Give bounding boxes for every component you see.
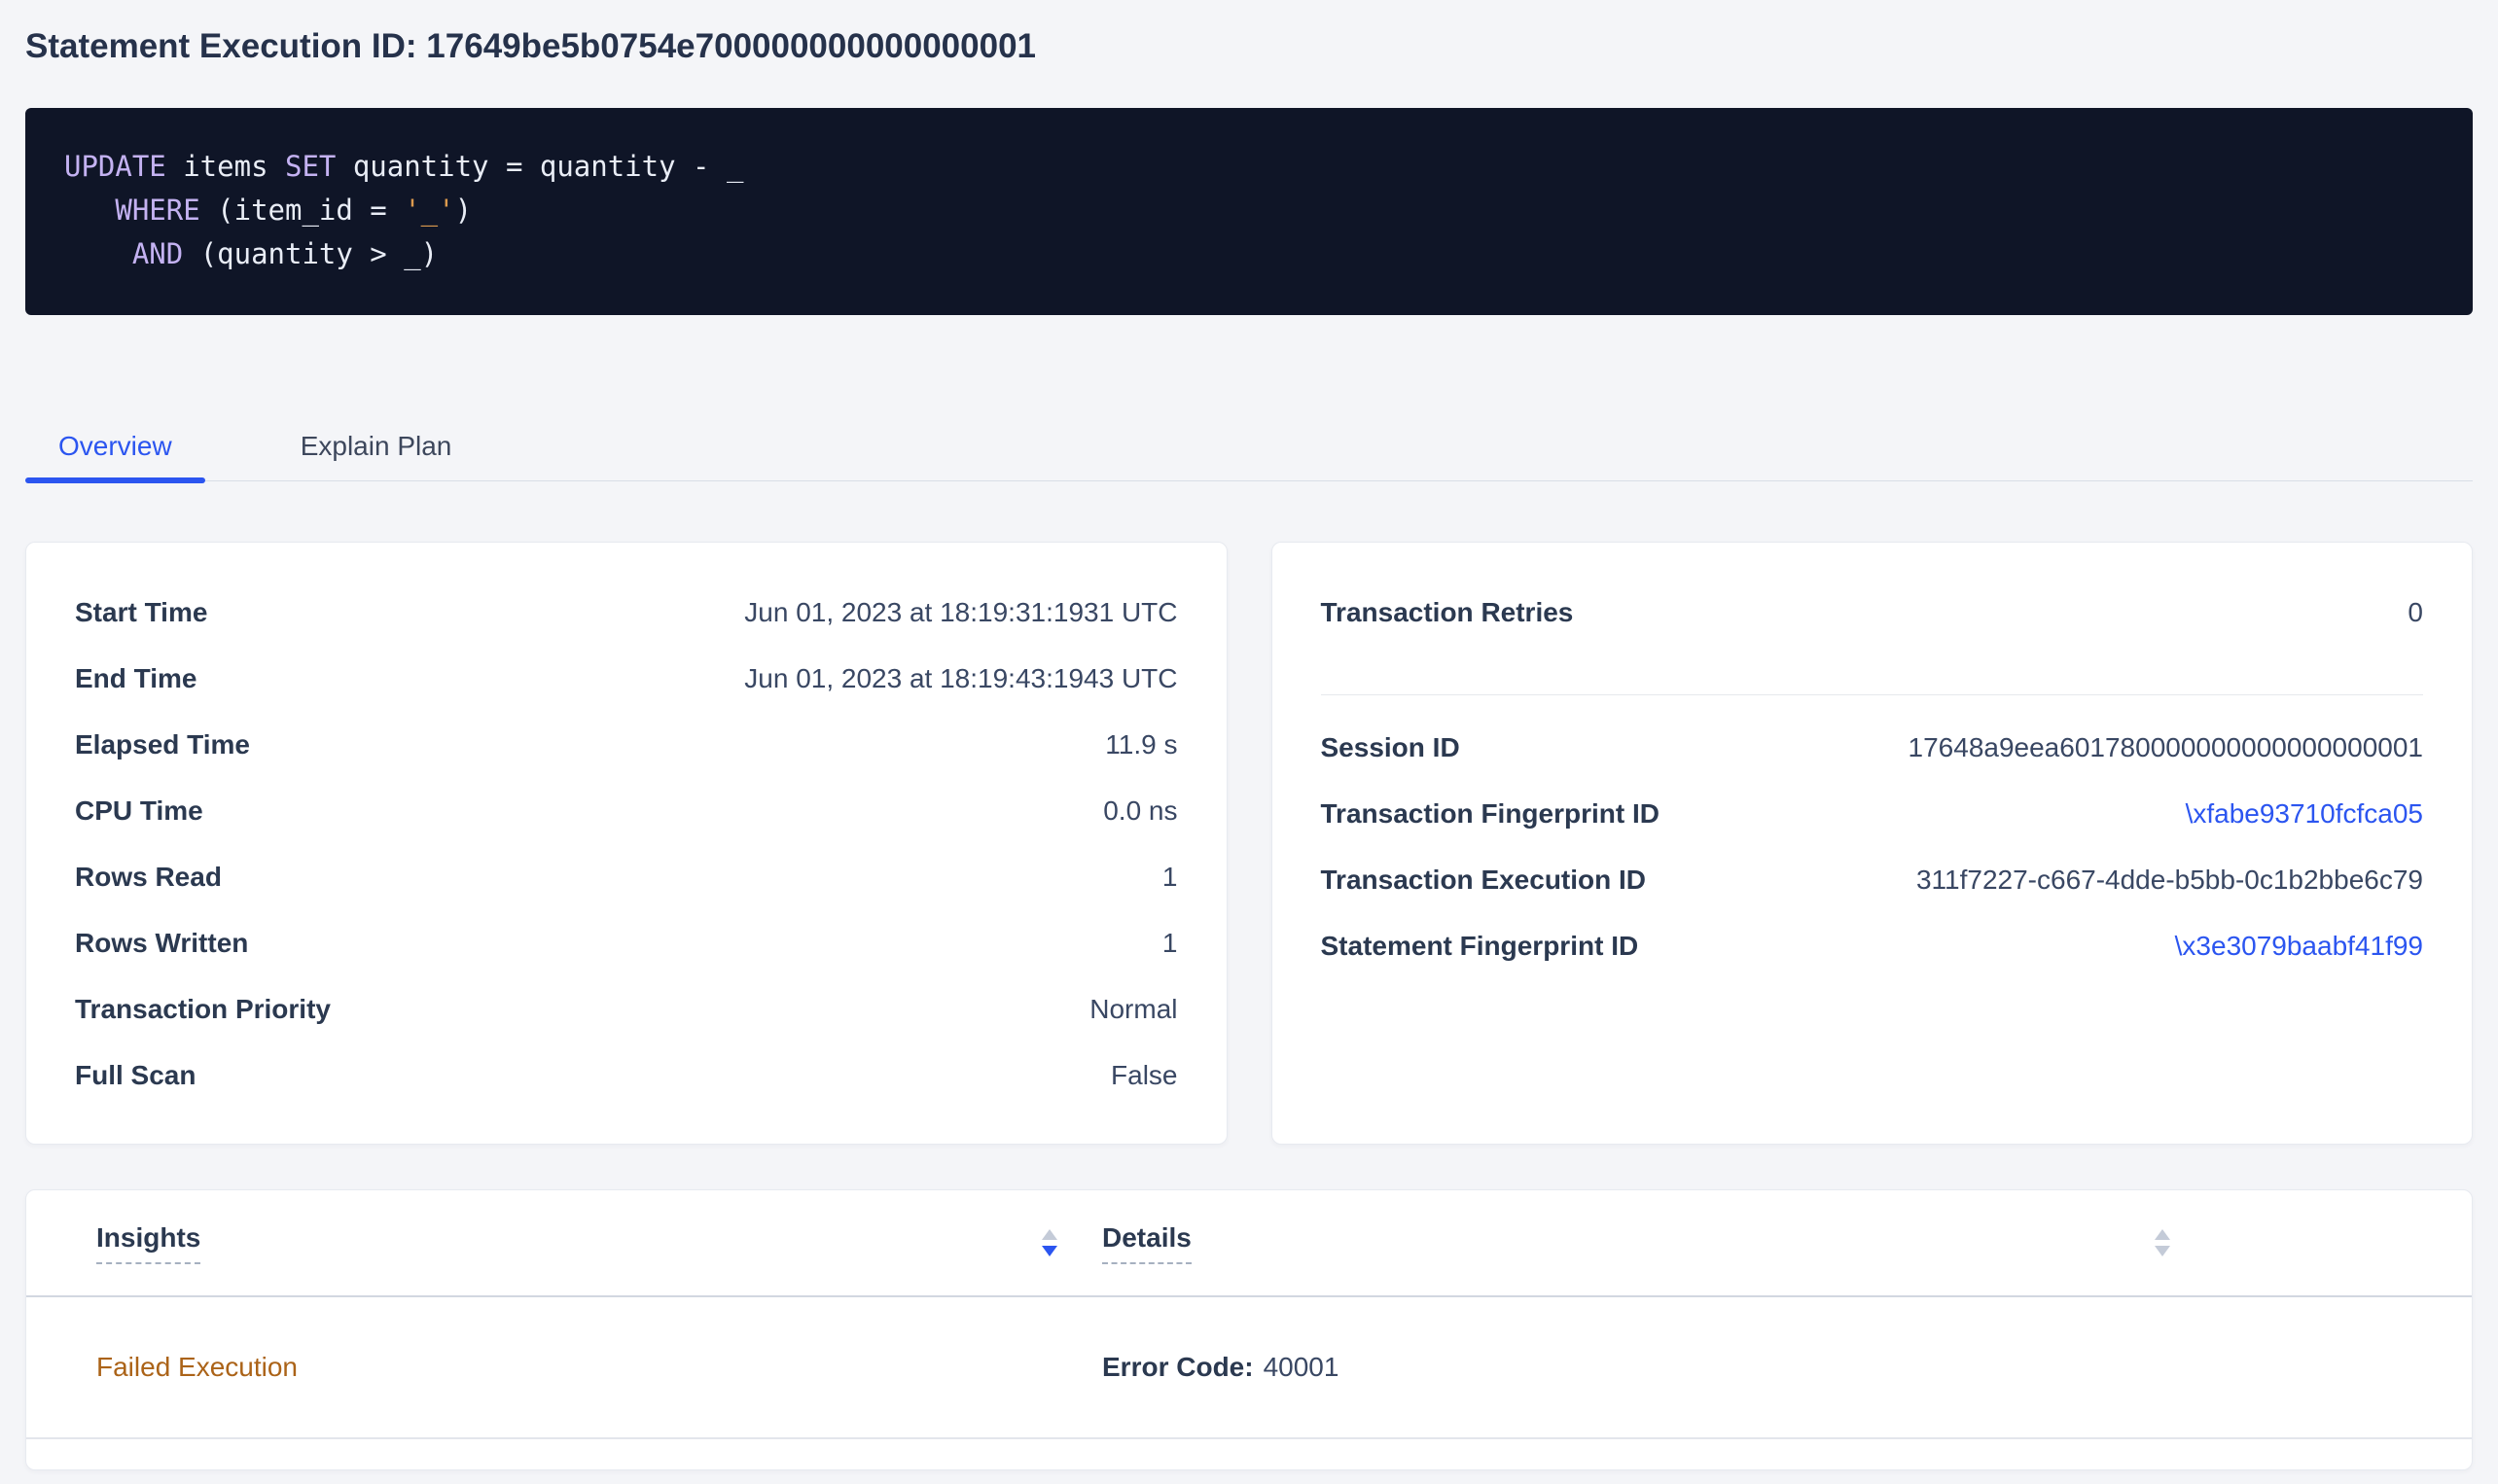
metric-row-transaction-priority: Transaction Priority Normal <box>75 976 1178 1042</box>
detail-cards-row: Start Time Jun 01, 2023 at 18:19:31:1931… <box>25 542 2473 1145</box>
sql-line-3: AND (quantity > _) <box>64 232 2434 276</box>
metric-row-transaction-fingerprint-id: Transaction Fingerprint ID \xfabe93710fc… <box>1321 781 2424 847</box>
sql-text <box>64 237 132 270</box>
metric-label: Session ID <box>1321 732 1460 763</box>
tab-overview[interactable]: Overview <box>25 430 205 480</box>
sort-up-arrow-icon <box>1042 1229 1057 1240</box>
metric-label: Transaction Retries <box>1321 597 1574 628</box>
sql-line-1: UPDATE items SET quantity = quantity - _ <box>64 145 2434 189</box>
metric-label: Transaction Fingerprint ID <box>1321 798 1659 830</box>
sql-text: ) <box>455 194 472 227</box>
metric-row-rows-written: Rows Written 1 <box>75 910 1178 976</box>
sql-keyword: WHERE <box>115 194 199 227</box>
sql-line-2: WHERE (item_id = '_') <box>64 189 2434 232</box>
metric-value: Jun 01, 2023 at 18:19:31:1931 UTC <box>744 597 1177 628</box>
metric-label: Start Time <box>75 597 207 628</box>
transaction-details-card: Transaction Retries 0 Session ID 17648a9… <box>1271 542 2474 1145</box>
metric-label: Full Scan <box>75 1060 196 1091</box>
metric-label: Transaction Execution ID <box>1321 865 1647 896</box>
tab-bar: Overview Explain Plan <box>25 430 2473 481</box>
sql-text <box>64 194 115 227</box>
statement-execution-page: Statement Execution ID: 17649be5b0754e70… <box>0 0 2498 1470</box>
metric-label: CPU Time <box>75 795 203 827</box>
metric-row-transaction-execution-id: Transaction Execution ID 311f7227-c667-4… <box>1321 847 2424 913</box>
metric-label: Statement Fingerprint ID <box>1321 931 1639 962</box>
insight-cell: Failed Execution <box>75 1352 1057 1383</box>
insight-failed-execution-label: Failed Execution <box>96 1352 298 1382</box>
metric-value: 1 <box>1162 862 1178 893</box>
metric-label: Transaction Priority <box>75 994 331 1025</box>
error-code-value: 40001 <box>1264 1352 1339 1382</box>
metric-value: False <box>1111 1060 1177 1091</box>
tab-explain-plan[interactable]: Explain Plan <box>268 430 485 480</box>
column-header-insights-label: Insights <box>96 1222 200 1264</box>
sql-statement-box: UPDATE items SET quantity = quantity - _… <box>25 108 2473 315</box>
sql-text: (item_id = <box>200 194 405 227</box>
metric-label: Rows Read <box>75 862 222 893</box>
session-id-value: 17648a9eea601780000000000000000001 <box>1909 732 2423 763</box>
column-header-insights[interactable]: Insights <box>75 1222 1057 1264</box>
metric-value: 11.9 s <box>1105 729 1177 760</box>
insights-table-header: Insights Details <box>26 1190 2472 1297</box>
sort-icon-details[interactable] <box>2155 1229 2170 1256</box>
sql-keyword: AND <box>132 237 183 270</box>
sql-text: items <box>166 150 285 183</box>
sql-text: (quantity > _) <box>183 237 438 270</box>
sort-icon-insights[interactable] <box>1042 1229 1057 1256</box>
page-title: Statement Execution ID: 17649be5b0754e70… <box>25 0 2473 68</box>
sql-keyword: UPDATE <box>64 150 166 183</box>
metric-label: End Time <box>75 663 197 694</box>
metric-row-transaction-retries: Transaction Retries 0 <box>1321 580 2424 646</box>
transaction-execution-id-value: 311f7227-c667-4dde-b5bb-0c1b2bbe6c79 <box>1916 865 2423 896</box>
sort-down-arrow-icon <box>2155 1246 2170 1256</box>
metric-value: Normal <box>1089 994 1177 1025</box>
metric-value: 1 <box>1162 928 1178 959</box>
sql-text: quantity = quantity - _ <box>336 150 743 183</box>
metric-row-end-time: End Time Jun 01, 2023 at 18:19:43:1943 U… <box>75 646 1178 712</box>
card-divider <box>1321 694 2424 695</box>
tab-overview-label: Overview <box>58 431 172 461</box>
insights-table-card: Insights Details Failed Execution Error … <box>25 1189 2473 1470</box>
metric-row-statement-fingerprint-id: Statement Fingerprint ID \x3e3079baabf41… <box>1321 913 2424 979</box>
tab-explain-plan-label: Explain Plan <box>301 431 452 461</box>
sort-up-arrow-icon <box>2155 1229 2170 1240</box>
metric-label: Elapsed Time <box>75 729 250 760</box>
insight-table-row: Failed Execution Error Code: 40001 <box>26 1297 2472 1439</box>
statement-fingerprint-id-link[interactable]: \x3e3079baabf41f99 <box>2175 931 2423 962</box>
sql-statement: UPDATE items SET quantity = quantity - _… <box>64 145 2434 276</box>
sql-keyword: SET <box>285 150 336 183</box>
column-header-details[interactable]: Details <box>1081 1222 2170 1264</box>
metric-row-start-time: Start Time Jun 01, 2023 at 18:19:31:1931… <box>75 580 1178 646</box>
metric-value: 0 <box>2408 597 2423 628</box>
overview-metrics-card: Start Time Jun 01, 2023 at 18:19:31:1931… <box>25 542 1228 1145</box>
metric-label: Rows Written <box>75 928 248 959</box>
transaction-fingerprint-id-link[interactable]: \xfabe93710fcfca05 <box>2186 798 2423 830</box>
error-code-label: Error Code: <box>1102 1352 1254 1382</box>
metric-row-elapsed-time: Elapsed Time 11.9 s <box>75 712 1178 778</box>
column-header-details-label: Details <box>1102 1222 1192 1264</box>
metric-value: 0.0 ns <box>1103 795 1177 827</box>
insight-details-cell: Error Code: 40001 <box>1081 1352 2170 1383</box>
sql-string-literal: '_' <box>404 194 454 227</box>
metric-row-rows-read: Rows Read 1 <box>75 844 1178 910</box>
sort-down-arrow-icon <box>1042 1246 1057 1256</box>
metric-row-session-id: Session ID 17648a9eea6017800000000000000… <box>1321 715 2424 781</box>
metric-row-cpu-time: CPU Time 0.0 ns <box>75 778 1178 844</box>
metric-value: Jun 01, 2023 at 18:19:43:1943 UTC <box>744 663 1177 694</box>
metric-row-full-scan: Full Scan False <box>75 1042 1178 1109</box>
